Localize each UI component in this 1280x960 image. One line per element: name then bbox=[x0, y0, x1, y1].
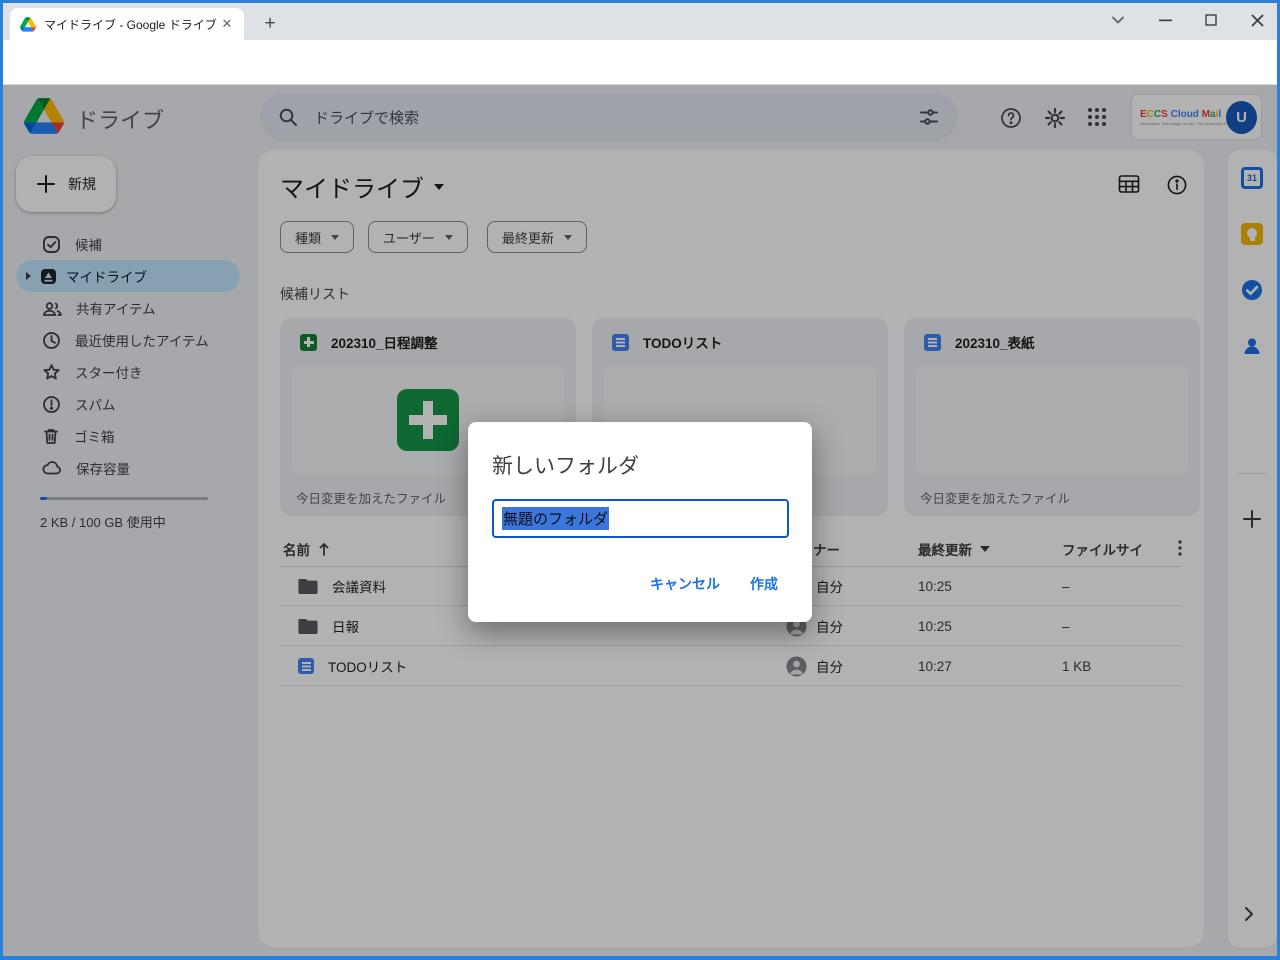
window-border bbox=[0, 956, 1280, 960]
window-minimize-button[interactable] bbox=[1145, 6, 1185, 34]
tab-title: マイドライブ - Google ドライブ bbox=[44, 16, 218, 33]
window-border bbox=[0, 0, 3, 960]
browser-toolbar: drive.google.com/drive/my-drive U bbox=[0, 40, 1280, 84]
create-button[interactable]: 作成 bbox=[750, 574, 778, 594]
drive-page: ドライブ ドライブで検索 bbox=[0, 85, 1280, 957]
browser-tab[interactable]: マイドライブ - Google ドライブ ✕ bbox=[10, 8, 244, 40]
folder-name-selected-text: 無題のフォルダ bbox=[502, 507, 609, 530]
new-folder-dialog: 新しいフォルダ 無題のフォルダ キャンセル 作成 bbox=[468, 422, 812, 622]
window-close-button[interactable] bbox=[1237, 6, 1277, 34]
drive-favicon-icon bbox=[20, 17, 36, 32]
browser-tab-bar: マイドライブ - Google ドライブ ✕ + bbox=[0, 0, 1280, 40]
window-border bbox=[0, 0, 1280, 3]
folder-name-input[interactable]: 無題のフォルダ bbox=[492, 499, 789, 538]
dialog-title: 新しいフォルダ bbox=[492, 450, 639, 480]
window-menu-chevron-icon[interactable] bbox=[1098, 6, 1138, 34]
cancel-button[interactable]: キャンセル bbox=[650, 574, 720, 594]
new-tab-button[interactable]: + bbox=[258, 12, 282, 36]
tab-close-icon[interactable]: ✕ bbox=[218, 15, 236, 33]
window-maximize-button[interactable] bbox=[1191, 6, 1231, 34]
